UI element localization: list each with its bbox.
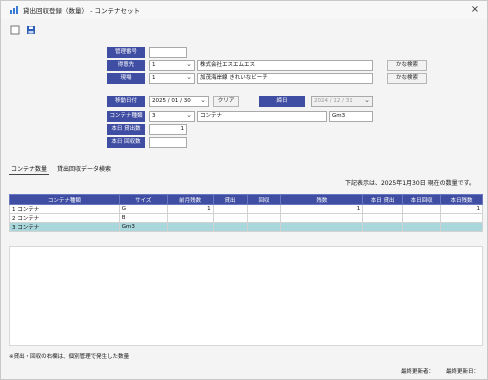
today-return-label: 本日 回収数 [107,137,145,148]
cell-remain: 1 [280,204,364,214]
row-index: 2 [12,216,16,222]
status-bar: 最終更新者： 最終更新日： [401,367,479,375]
container-type-label: コンテナ種類 [107,111,145,122]
tab-lend-return-search[interactable]: 貸出回収データ検索 [55,163,113,175]
cell-prev: 1 [166,204,214,214]
cell-lend [212,213,248,223]
torihikisaki-label: 得意先 [107,60,145,71]
col-header-today-remain: 本日残数 [440,194,483,205]
last-updated-by: 最終更新者： [400,369,434,375]
col-header-today-lend: 本日 貸出 [362,194,404,205]
genba-code-select[interactable]: 1 [149,73,195,84]
col-header-today-return: 本日回収 [402,194,442,205]
cell-today-return [402,222,442,232]
hizuke-label: 締日 [259,96,305,107]
title-bar: 貸出回収登録（数量） - コンテナセット × [1,1,487,19]
cell-size: Gm3 [118,222,168,232]
cell-lend [212,204,248,214]
type-value: コンテナ [17,216,40,222]
today-return-field[interactable] [149,137,187,148]
table-row[interactable]: 2 コンテナ B [9,213,483,223]
genba-kana-search-button[interactable]: かな検索 [387,73,427,84]
ido-date-label: 移動日付 [107,96,145,107]
col-header-return: 回収 [246,194,282,205]
save-icon[interactable] [25,24,37,36]
cell-today-lend [362,213,404,223]
cell-return [246,204,282,214]
new-document-icon[interactable] [9,24,21,36]
row-index: 3 [12,225,16,231]
cell-today-remain: 1 [440,204,483,214]
footnote: ※貸出・回収の右欄は、個別管理で発生した数量 [9,354,130,360]
quantity-table: コンテナ種類 サイズ 前月残数 貸出 回収 残数 本日 貸出 本日回収 本日残数… [9,194,483,232]
cell-today-remain [440,213,483,223]
table-header-row: コンテナ種類 サイズ 前月残数 貸出 回収 残数 本日 貸出 本日回収 本日残数 [9,194,483,205]
cell-type: 3 コンテナ [9,222,120,232]
container-code-select[interactable]: 3 [149,111,195,122]
col-header-prev: 前月残数 [166,194,214,205]
cell-today-lend [362,222,404,232]
cell-prev [166,213,214,223]
kanri-no-field[interactable] [149,47,187,58]
cell-lend [212,222,248,232]
row-index: 1 [12,207,16,213]
table-empty-area [9,246,483,346]
hizuke-date-picker: 2024 / 12 / 31 [311,96,373,107]
tab-container-quantity[interactable]: コンテナ数量 [9,163,50,175]
toolbar [9,23,37,37]
today-lend-label: 本日 貸出数 [107,124,145,135]
tab-bar: コンテナ数量 貸出回収データ検索 [9,163,113,175]
torihikisaki-code-select[interactable]: 1 [149,60,195,71]
genba-name-field[interactable]: 加茂海岸線 きれいなビーチ [197,73,373,84]
app-window: 貸出回収登録（数量） - コンテナセット × 管理番号 得意先 1 株式会社エス… [0,0,488,380]
cell-remain [280,222,364,232]
today-lend-field[interactable]: 1 [149,124,187,135]
container-name-field: コンテナ [197,111,327,122]
cell-size: G [118,204,168,214]
cell-today-return [402,213,442,223]
cell-prev [166,222,214,232]
cell-today-return [402,204,442,214]
last-updated-date: 最終更新日： [445,369,479,375]
torihikisaki-kana-search-button[interactable]: かな検索 [387,60,427,71]
col-header-remain: 残数 [280,194,364,205]
app-icon [10,6,18,14]
kanri-no-label: 管理番号 [107,47,145,58]
col-header-type: コンテナ種類 [9,194,120,205]
container-size-field: Gm3 [329,111,373,122]
cell-size: B [118,213,168,223]
grid-note: 下記表示は、2025年1月30日 現在の数量です。 [344,180,475,187]
cell-today-remain [440,222,483,232]
clear-button[interactable]: クリア [213,96,239,107]
genba-label: 現場 [107,73,145,84]
cell-type: 1 コンテナ [9,204,120,214]
cell-type: 2 コンテナ [9,213,120,223]
table-row-selected[interactable]: 3 コンテナ Gm3 [9,222,483,232]
type-value: コンテナ [17,225,40,231]
type-value: コンテナ [17,207,40,213]
cell-return [246,213,282,223]
ido-date-picker[interactable]: 2025 / 01 / 30 [149,96,209,107]
cell-today-lend [362,204,404,214]
table-row[interactable]: 1 コンテナ G 1 1 1 [9,204,483,214]
cell-remain [280,213,364,223]
col-header-lend: 貸出 [212,194,248,205]
torihikisaki-name-field[interactable]: 株式会社エスエムエス [197,60,373,71]
close-button[interactable]: × [469,4,481,16]
cell-return [246,222,282,232]
col-header-size: サイズ [118,194,168,205]
window-title: 貸出回収登録（数量） - コンテナセット [23,7,140,15]
